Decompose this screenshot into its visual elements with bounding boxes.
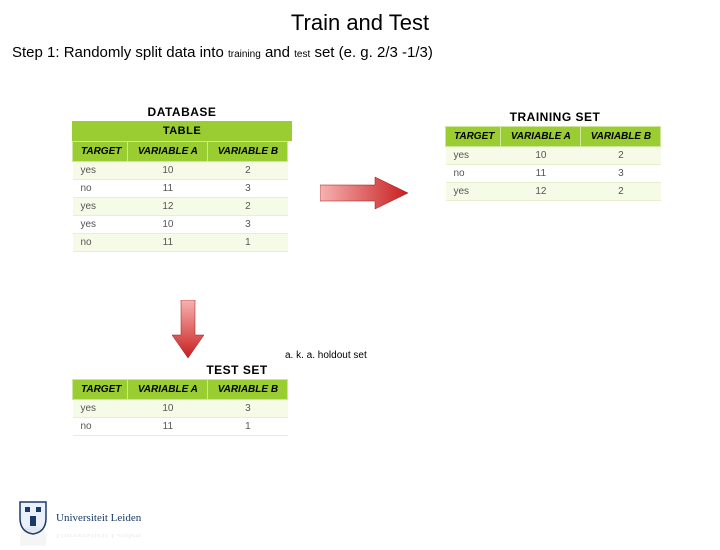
col-var-a: VARIABLE A <box>128 380 208 400</box>
training-block: TRAINING SET TARGET VARIABLE A VARIABLE … <box>445 110 665 201</box>
logo-reflection: Universiteit Leiden <box>18 525 141 547</box>
table-header-row: TARGET VARIABLE A VARIABLE B <box>73 142 288 162</box>
aka-label: a. k. a. holdout set <box>285 350 367 361</box>
slide-title: Train and Test <box>0 10 720 36</box>
training-table: TARGET VARIABLE A VARIABLE B yes102 no11… <box>445 126 661 201</box>
step-training-word: training <box>228 49 261 60</box>
step-suffix: set (e. g. 2/3 -1/3) <box>310 44 433 61</box>
arrow-down-icon <box>172 300 204 360</box>
table-row: no113 <box>73 180 288 198</box>
col-var-b: VARIABLE B <box>581 127 661 147</box>
step-prefix: Step 1: Randomly split data into <box>12 44 228 61</box>
arrow-right-icon <box>320 175 410 211</box>
step-and: and <box>261 44 294 61</box>
test-label: TEST SET <box>182 363 292 377</box>
test-table: TARGET VARIABLE A VARIABLE B yes103 no11… <box>72 379 288 436</box>
database-table: TARGET VARIABLE A VARIABLE B yes102 no11… <box>72 141 288 252</box>
table-header-row: TARGET VARIABLE A VARIABLE B <box>73 380 288 400</box>
table-row: yes102 <box>73 162 288 180</box>
table-caption: TABLE <box>72 121 292 141</box>
table-row: no113 <box>446 165 661 183</box>
table-row: no111 <box>73 234 288 252</box>
step-text: Step 1: Randomly split data into trainin… <box>12 44 720 61</box>
table-row: yes102 <box>446 147 661 165</box>
university-name: Universiteit Leiden <box>56 512 141 524</box>
col-var-a: VARIABLE A <box>128 142 208 162</box>
table-row: yes103 <box>73 400 288 418</box>
col-target: TARGET <box>73 142 128 162</box>
table-header-row: TARGET VARIABLE A VARIABLE B <box>446 127 661 147</box>
step-test-word: test <box>294 49 310 60</box>
table-row: yes103 <box>73 216 288 234</box>
col-var-b: VARIABLE B <box>208 142 288 162</box>
table-row: yes122 <box>73 198 288 216</box>
col-var-b: VARIABLE B <box>208 380 288 400</box>
table-row: no111 <box>73 418 288 436</box>
table-row: yes122 <box>446 183 661 201</box>
training-label: TRAINING SET <box>445 110 665 124</box>
col-var-a: VARIABLE A <box>501 127 581 147</box>
col-target: TARGET <box>73 380 128 400</box>
database-block: DATABASE TABLE TARGET VARIABLE A VARIABL… <box>72 105 292 252</box>
col-target: TARGET <box>446 127 501 147</box>
test-block: TEST SET TARGET VARIABLE A VARIABLE B ye… <box>72 363 292 436</box>
database-label: DATABASE <box>72 105 292 119</box>
